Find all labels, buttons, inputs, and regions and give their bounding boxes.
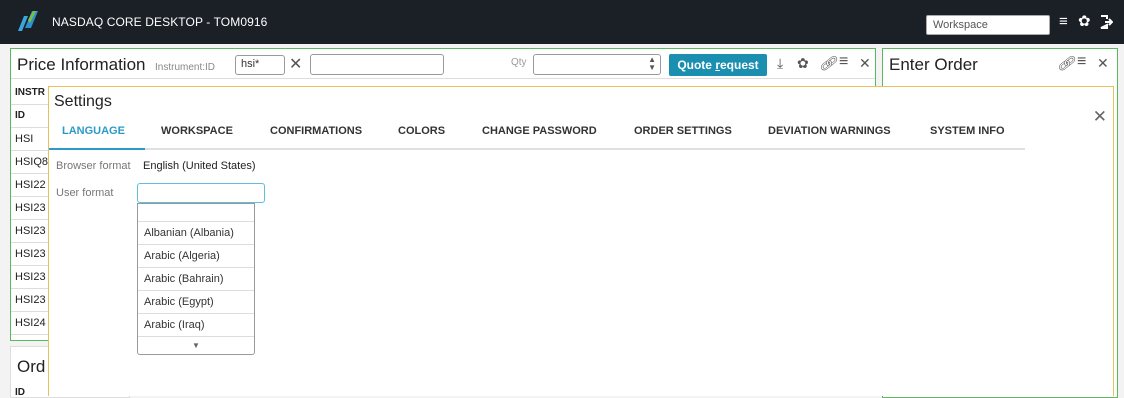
browser-format-label: Browser format: [56, 160, 131, 172]
close-icon[interactable]: ✕: [1093, 107, 1107, 127]
app-title: NASDAQ CORE DESKTOP - TOM0916: [52, 15, 268, 29]
dropdown-option[interactable]: Arabic (Iraq): [138, 314, 254, 337]
panel-header: Price Information Instrument:ID hsi* ✕ Q…: [11, 49, 875, 79]
qty-label: Qty: [511, 57, 527, 68]
panel-title: Price Information: [17, 55, 146, 74]
menu-icon[interactable]: ≡: [1077, 53, 1086, 71]
gear-icon[interactable]: ✿: [797, 55, 809, 72]
qty-input[interactable]: ▲ ▼: [533, 54, 661, 75]
tab-system-info[interactable]: SYSTEM INFO: [930, 125, 1005, 137]
tab-language[interactable]: LANGUAGE: [62, 125, 125, 137]
instrument-label: Instrument:ID: [155, 62, 216, 73]
user-format-dropdown: Albanian (Albania) Arabic (Algeria) Arab…: [137, 203, 255, 355]
menu-icon[interactable]: ≡: [839, 53, 848, 71]
user-format-select[interactable]: [137, 183, 265, 203]
column-header-id: ID: [15, 387, 25, 398]
quote-label-prefix: Quote: [677, 58, 716, 72]
quote-request-button[interactable]: Quote request: [669, 54, 767, 76]
logout-icon[interactable]: [1099, 15, 1113, 29]
chevron-down-icon[interactable]: ▼: [192, 341, 200, 350]
dropdown-option[interactable]: Arabic (Bahrain): [138, 268, 254, 291]
instrument-search-input[interactable]: [310, 54, 444, 75]
download-icon[interactable]: ⤓: [777, 55, 783, 72]
tab-workspace[interactable]: WORKSPACE: [161, 125, 233, 137]
gear-icon[interactable]: ✿: [1078, 13, 1091, 31]
link-icon[interactable]: 🔗︎: [1057, 55, 1075, 72]
qty-stepper-icon[interactable]: ▲ ▼: [648, 56, 656, 72]
close-icon[interactable]: ✕: [1097, 55, 1109, 72]
dialog-title: Settings: [54, 93, 112, 110]
dropdown-option[interactable]: Arabic (Egypt): [138, 291, 254, 314]
settings-dialog: Settings ✕ LANGUAGE WORKSPACE CONFIRMATI…: [48, 86, 1114, 396]
dropdown-option[interactable]: Arabic (Algeria): [138, 245, 254, 268]
tab-confirmations[interactable]: CONFIRMATIONS: [270, 125, 362, 137]
nasdaq-logo: [18, 11, 38, 31]
clear-instrument-icon[interactable]: ✕: [289, 54, 302, 74]
tab-deviation-warnings[interactable]: DEVIATION WARNINGS: [768, 125, 891, 137]
panel-title: Ord: [17, 357, 46, 376]
settings-tabs: LANGUAGE WORKSPACE CONFIRMATIONS COLORS …: [49, 124, 1025, 150]
workspace-select[interactable]: Workspace: [926, 15, 1050, 35]
user-format-label: User format: [56, 187, 114, 199]
tab-change-password[interactable]: CHANGE PASSWORD: [482, 125, 597, 137]
active-tab-indicator: [49, 148, 145, 150]
close-icon[interactable]: ✕: [859, 55, 871, 72]
panel-title: Enter Order: [889, 55, 978, 74]
menu-icon[interactable]: ≡: [1059, 13, 1068, 31]
tab-colors[interactable]: COLORS: [398, 125, 445, 137]
browser-format-value: English (United States): [143, 160, 256, 172]
dropdown-option[interactable]: Albanian (Albania): [138, 222, 254, 245]
instrument-input[interactable]: hsi*: [235, 55, 285, 75]
tab-order-settings[interactable]: ORDER SETTINGS: [634, 125, 732, 137]
link-icon[interactable]: 🔗︎: [819, 55, 837, 72]
dropdown-option[interactable]: [138, 204, 254, 222]
top-bar: NASDAQ CORE DESKTOP - TOM0916 Workspace …: [0, 0, 1124, 44]
quote-label-suffix: equest: [719, 58, 759, 72]
